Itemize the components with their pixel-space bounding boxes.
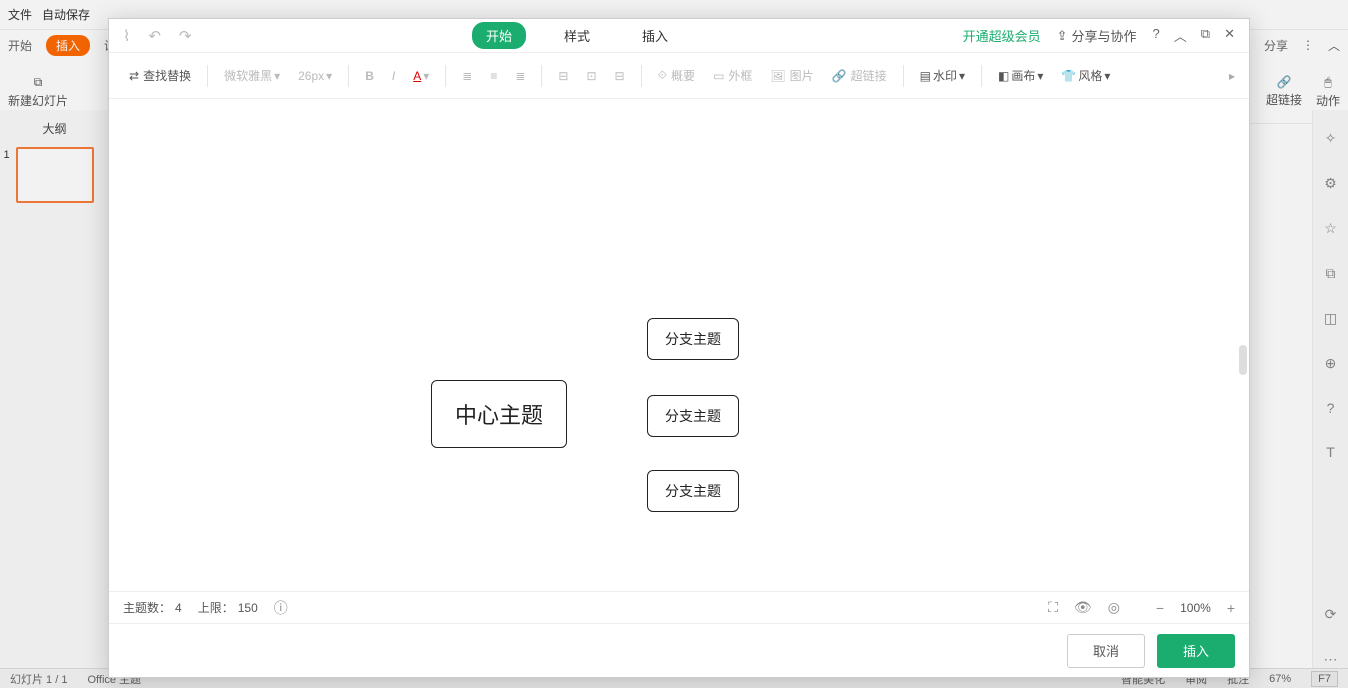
tab-start[interactable]: 开始 bbox=[472, 22, 526, 49]
share-icon: ⇪ bbox=[1057, 28, 1068, 44]
swap-icon: ⇄ bbox=[129, 69, 139, 83]
align-left-button[interactable]: ≣ bbox=[456, 65, 478, 87]
pic-icon: 🖼 bbox=[770, 69, 785, 83]
mindmap-modal: ⌇ ↶ ↷ 开始 样式 插入 开通超级会员 ⇪分享与协作 ? ︿ ⧉ ✕ ⇄ 查找… bbox=[108, 18, 1250, 678]
theme-label: 风格 bbox=[1078, 67, 1102, 84]
watermark-button[interactable]: ▤水印 ▾ bbox=[914, 63, 971, 88]
undo-icon[interactable]: ↶ bbox=[148, 27, 161, 45]
modal-toolbar: ⇄查找替换 微软雅黑▾ 26px▾ B I A ▾ ≣ ≡ ≣ ⊟ ⊡ ⊟ ⟐概… bbox=[109, 53, 1249, 99]
font-value: 微软雅黑 bbox=[224, 67, 272, 84]
pic-label: 图片 bbox=[790, 67, 814, 84]
maximize-icon[interactable]: ⧉ bbox=[1201, 26, 1210, 45]
minimize-icon[interactable]: ︿ bbox=[1174, 26, 1187, 45]
vip-link[interactable]: 开通超级会员 bbox=[963, 26, 1041, 45]
zoom-out-icon[interactable]: − bbox=[1156, 600, 1164, 616]
redo-icon[interactable]: ↷ bbox=[179, 27, 192, 45]
connectors bbox=[109, 99, 409, 249]
find-replace-button[interactable]: ⇄ 查找替换 bbox=[123, 63, 197, 88]
branch-node-3[interactable]: 分支主题 bbox=[647, 470, 739, 512]
align-right-button[interactable]: ≣ bbox=[509, 65, 531, 87]
node-center-button[interactable]: ⊡ bbox=[580, 65, 602, 87]
canvas-label: 画布 bbox=[1011, 67, 1035, 84]
italic-button[interactable]: I bbox=[386, 65, 401, 87]
modal-footer: 取消 插入 bbox=[109, 623, 1249, 677]
canvas-button[interactable]: ◧画布 ▾ bbox=[992, 63, 1049, 88]
node-left-button[interactable]: ⊟ bbox=[552, 65, 574, 87]
center-node[interactable]: 中心主题 bbox=[431, 380, 567, 448]
branch-node-1[interactable]: 分支主题 bbox=[647, 318, 739, 360]
bold-button[interactable]: B bbox=[359, 65, 380, 87]
insert-button[interactable]: 插入 bbox=[1157, 634, 1235, 668]
target-icon[interactable]: ◎ bbox=[1108, 599, 1120, 616]
align-center-button[interactable]: ≡ bbox=[484, 65, 503, 87]
modal-header: ⌇ ↶ ↷ 开始 样式 插入 开通超级会员 ⇪分享与协作 ? ︿ ⧉ ✕ bbox=[109, 19, 1249, 53]
summary-label: 概要 bbox=[671, 67, 695, 84]
help-icon[interactable]: ? bbox=[1153, 26, 1160, 45]
canvas-icon: ◧ bbox=[998, 69, 1009, 83]
limit-label: 上限： bbox=[198, 599, 234, 616]
outline-label: 外框 bbox=[728, 67, 752, 84]
find-label: 查找替换 bbox=[143, 67, 191, 84]
cancel-button[interactable]: 取消 bbox=[1067, 634, 1145, 668]
modal-status: 主题数： 4 上限： 150 ⓘ ⛶ 👁 ◎ − 100% + bbox=[109, 591, 1249, 623]
pic-button[interactable]: 🖼 图片 bbox=[764, 63, 819, 88]
node-right-button[interactable]: ⊟ bbox=[609, 65, 631, 87]
close-icon[interactable]: ✕ bbox=[1224, 26, 1235, 45]
info-icon[interactable]: ⓘ bbox=[274, 598, 288, 618]
limit-value: 150 bbox=[238, 601, 258, 615]
theme-icon: 👕 bbox=[1061, 69, 1076, 83]
share-label: 分享与协作 bbox=[1072, 26, 1137, 45]
outline-icon: ▭ bbox=[713, 69, 724, 83]
branch-node-2[interactable]: 分支主题 bbox=[647, 395, 739, 437]
watermark-label: 水印 bbox=[933, 67, 957, 84]
eye-icon[interactable]: 👁 bbox=[1074, 599, 1092, 616]
canvas[interactable]: 中心主题 分支主题 分支主题 分支主题 bbox=[109, 99, 1249, 591]
topics-count: 4 bbox=[175, 601, 182, 615]
hyperlink-button[interactable]: 🔗 超链接 bbox=[826, 63, 893, 88]
scrollbar-thumb[interactable] bbox=[1239, 345, 1247, 375]
share-button[interactable]: ⇪分享与协作 bbox=[1057, 26, 1137, 45]
size-value: 26px bbox=[298, 69, 324, 83]
summary-button[interactable]: ⟐ 概要 bbox=[652, 63, 701, 88]
zoom-value: 100% bbox=[1180, 601, 1211, 615]
topics-label: 主题数： bbox=[123, 599, 171, 616]
tab-insert[interactable]: 插入 bbox=[628, 22, 682, 49]
theme-button[interactable]: 👕风格 ▾ bbox=[1055, 63, 1116, 88]
size-select[interactable]: 26px▾ bbox=[292, 65, 338, 87]
link-icon: 🔗 bbox=[832, 69, 847, 83]
outline-button[interactable]: ▭ 外框 bbox=[707, 63, 758, 88]
font-color-button[interactable]: A ▾ bbox=[407, 65, 435, 87]
font-select[interactable]: 微软雅黑▾ bbox=[218, 63, 286, 88]
tab-style[interactable]: 样式 bbox=[550, 22, 604, 49]
summary-icon: ⟐ bbox=[658, 68, 667, 83]
chevron-down-icon: ▾ bbox=[274, 69, 280, 83]
chevron-down-icon: ▾ bbox=[326, 69, 332, 83]
format-painter-icon[interactable]: ⌇ bbox=[123, 27, 130, 45]
watermark-icon: ▤ bbox=[920, 69, 931, 83]
fit-icon[interactable]: ⛶ bbox=[1048, 599, 1058, 616]
link-label: 超链接 bbox=[851, 67, 887, 84]
zoom-in-icon[interactable]: + bbox=[1227, 600, 1235, 616]
toolbar-more-icon[interactable]: ▸ bbox=[1229, 69, 1235, 83]
